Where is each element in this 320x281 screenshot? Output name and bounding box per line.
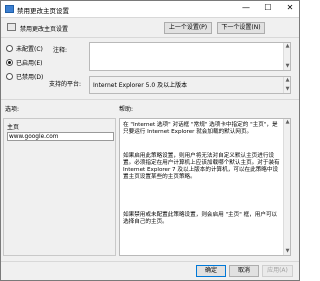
- window-icon: [5, 5, 14, 13]
- scroll-up-icon[interactable]: ▲: [285, 120, 290, 125]
- section-divider: [1, 99, 299, 100]
- comment-label: 注释:: [53, 47, 68, 54]
- radio-enabled[interactable]: 已启用(E): [6, 58, 42, 67]
- policy-name: 禁用更改主页设置: [20, 26, 69, 33]
- supported-platforms-box: Internet Explorer 5.0 及以上版本 ▲ ▼: [89, 76, 291, 94]
- policy-dialog: 禁用更改主页设置 — ☐ ✕ 禁用更改主页设置 上一个设置(P) 下一个设置(N…: [0, 0, 300, 281]
- radio-not-configured[interactable]: 未配置(C): [6, 44, 43, 53]
- next-setting-button[interactable]: 下一个设置(N): [217, 22, 265, 34]
- comment-scrollbar[interactable]: ▲ ▼: [283, 43, 290, 70]
- previous-setting-button[interactable]: 上一个设置(P): [164, 22, 212, 34]
- homepage-field-label: 主页: [7, 124, 20, 131]
- options-label: 选项:: [5, 106, 20, 113]
- scroll-down-icon[interactable]: ▼: [285, 64, 290, 69]
- radio-disabled-indicator[interactable]: [6, 73, 13, 80]
- scroll-up-icon[interactable]: ▲: [285, 44, 290, 49]
- help-scrollbar[interactable]: ▲ ▼: [283, 119, 290, 255]
- policy-icon: [7, 23, 16, 31]
- help-label: 帮助:: [119, 106, 134, 113]
- cancel-button[interactable]: 取消: [229, 265, 259, 277]
- ok-button[interactable]: 确定: [196, 265, 226, 277]
- title-bar[interactable]: 禁用更改主页设置 — ☐ ✕: [1, 1, 299, 17]
- help-panel: 在 "Internet 选项" 对话框 "常规" 选项卡中指定的 "主页"，是只…: [119, 118, 291, 256]
- radio-disabled[interactable]: 已禁用(D): [6, 72, 43, 81]
- maximize-button[interactable]: ☐: [261, 3, 275, 13]
- window-controls: — ☐ ✕: [239, 3, 297, 13]
- supported-scrollbar[interactable]: ▲ ▼: [283, 77, 290, 93]
- scroll-down-icon[interactable]: ▼: [285, 87, 290, 92]
- supported-platforms-value: Internet Explorer 5.0 及以上版本: [93, 82, 188, 89]
- scroll-up-icon[interactable]: ▲: [285, 78, 290, 83]
- minimize-button[interactable]: —: [239, 3, 253, 13]
- scroll-down-icon[interactable]: ▼: [285, 249, 290, 254]
- help-paragraph-1: 在 "Internet 选项" 对话框 "常规" 选项卡中指定的 "主页"，是只…: [123, 122, 278, 135]
- supported-platforms-label: 支持的平台:: [49, 81, 82, 88]
- radio-not-configured-indicator[interactable]: [6, 45, 13, 52]
- radio-enabled-indicator[interactable]: [6, 59, 13, 66]
- close-button[interactable]: ✕: [283, 3, 297, 13]
- title-divider: [1, 17, 299, 18]
- comment-textarea[interactable]: ▲ ▼: [89, 42, 291, 71]
- options-panel: 主页 www.google.com: [3, 118, 116, 256]
- radio-disabled-label: 已禁用(D): [16, 74, 44, 81]
- help-paragraph-2: 如果启用此策略设置，则用户将无法对自定义默认主页进行设置。必须指定在用户计算机上…: [123, 153, 280, 180]
- radio-not-configured-label: 未配置(C): [16, 46, 43, 53]
- help-paragraph-3: 如果禁用或未配置此策略设置，则会启用 "主页" 框，用户可以选择自己的主页。: [123, 212, 278, 225]
- window-title: 禁用更改主页设置: [17, 7, 69, 15]
- footer-divider: [1, 261, 299, 262]
- apply-button[interactable]: 应用(A): [262, 265, 293, 277]
- radio-enabled-label: 已启用(E): [16, 60, 43, 67]
- header-divider: [1, 37, 299, 38]
- homepage-input[interactable]: www.google.com: [7, 132, 114, 141]
